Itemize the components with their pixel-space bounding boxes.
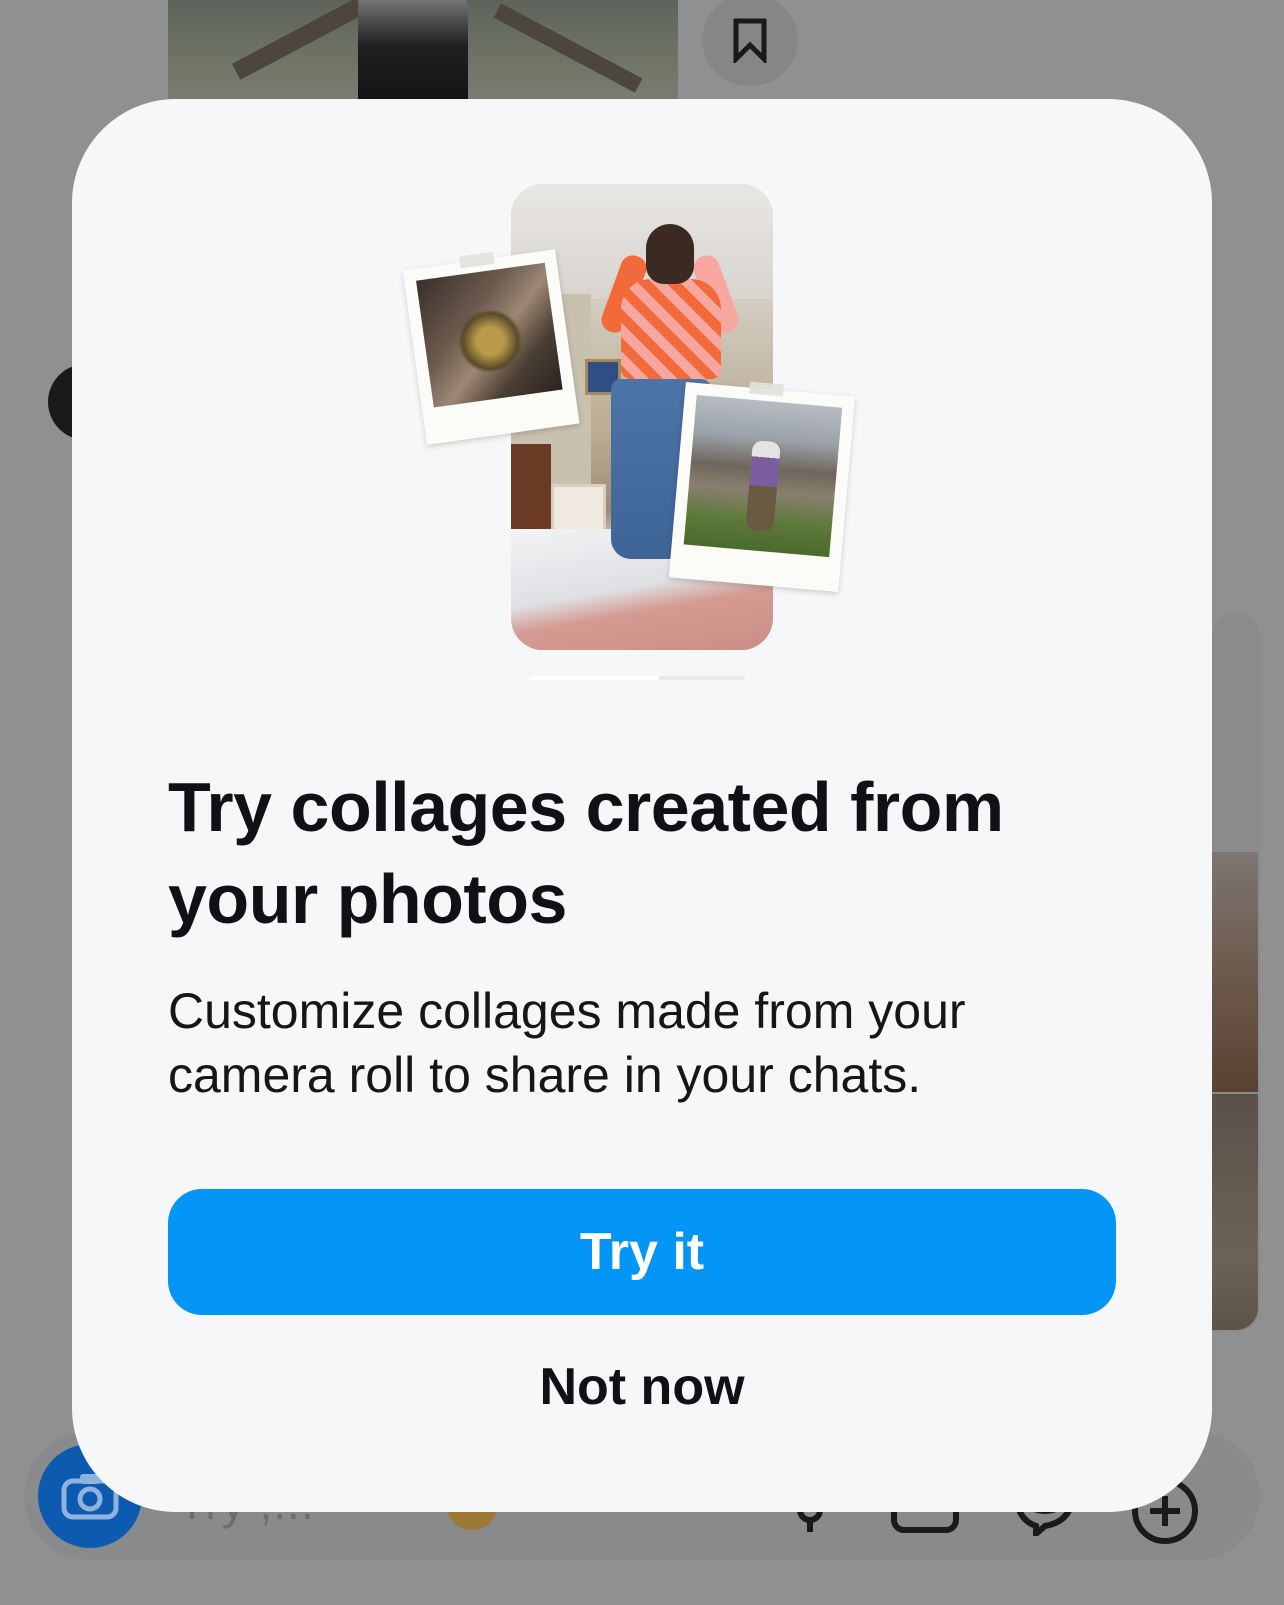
- try-it-button[interactable]: Try it: [168, 1189, 1116, 1315]
- bookmark-button[interactable]: [702, 0, 798, 86]
- page-indicator-progress: [529, 676, 659, 680]
- photo-subject: [358, 0, 468, 100]
- modal-description: Customize collages made from your camera…: [168, 983, 966, 1103]
- collage-polaroid-right: [668, 381, 856, 593]
- photo-detail: [231, 0, 365, 80]
- chat-photo-message[interactable]: [1212, 852, 1258, 1092]
- collage-illustration: [72, 99, 1212, 799]
- collage-promo-modal: Try collages created from your photos Cu…: [72, 99, 1212, 1512]
- not-now-button[interactable]: Not now: [168, 1347, 1116, 1427]
- collage-polaroid-left: [402, 249, 580, 445]
- chat-photo-message[interactable]: [168, 0, 678, 100]
- chat-photo-message[interactable]: [1212, 1094, 1258, 1330]
- photo-detail: [493, 3, 643, 93]
- modal-title: Try collages created from your photos: [168, 768, 1004, 938]
- bookmark-icon: [733, 18, 767, 63]
- page-indicator: [529, 676, 745, 680]
